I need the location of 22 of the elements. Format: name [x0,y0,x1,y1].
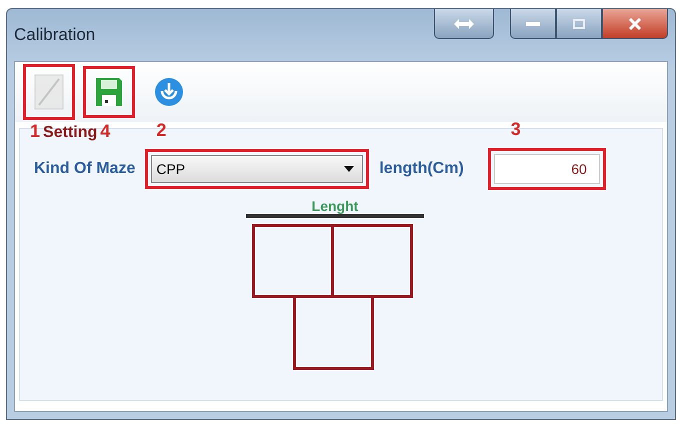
window-title: Calibration [14,25,96,45]
resize-button[interactable] [434,9,494,39]
close-button[interactable] [602,9,668,39]
annotation-number: 4 [100,121,110,142]
maze-kind-label: Kind Of Maze [34,160,136,178]
caret-icon [344,166,354,172]
slash-icon [34,74,64,110]
maximize-button[interactable] [556,9,602,39]
download-icon [154,77,184,107]
minimize-icon [526,22,540,26]
group-title: Setting [43,124,98,142]
annotation-number: 3 [510,119,521,140]
close-icon [628,18,642,30]
annotation-number: 1 [30,121,40,142]
length-label: length(Cm) [379,160,464,178]
annotation-number: 2 [156,120,166,141]
length-input[interactable]: 60 [494,154,600,184]
maze-kind-dropdown[interactable]: CPP [151,155,364,183]
double-arrow-icon [454,18,474,28]
maximize-icon [573,18,585,28]
minimize-button[interactable] [510,9,556,39]
length-caption: Lenght [312,198,358,214]
